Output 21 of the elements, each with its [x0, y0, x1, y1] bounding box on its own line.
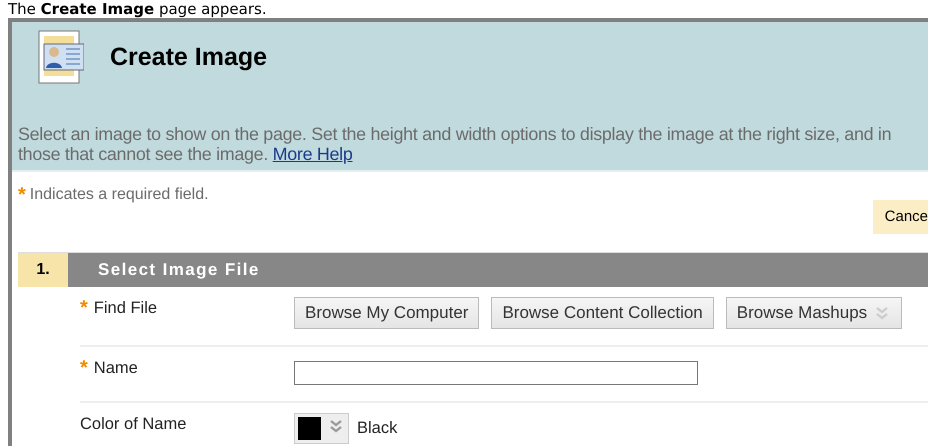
image-card-icon — [38, 30, 84, 84]
field-label: Color of Name — [80, 415, 186, 434]
required-icon: * — [80, 359, 88, 377]
field-label: Find File — [94, 299, 158, 318]
browse-button[interactable]: Browse My Computer — [294, 297, 480, 329]
required-icon: * — [18, 186, 26, 204]
description-text: Select an image to show on the page. Set the height and width options to display the image at the right size, and in those that cannot see the image. More Help — [18, 124, 892, 164]
more-help-link[interactable]: More Help — [272, 144, 352, 164]
required-note: Indicates a required field. — [30, 186, 209, 204]
color-picker[interactable] — [294, 413, 349, 444]
page-title: Create Image — [110, 42, 268, 72]
field-label: Name — [94, 359, 138, 378]
name-input[interactable] — [294, 361, 698, 385]
cancel-button[interactable]: Cance — [872, 200, 928, 234]
caption-text: The Create Image page appears. — [7, 0, 268, 18]
step-number: 1. — [18, 253, 68, 287]
section-header: Select Image File — [68, 253, 928, 287]
browse-button[interactable]: Browse Content Collection — [491, 297, 714, 329]
browse-button[interactable]: Browse Mashups — [726, 297, 902, 329]
color-value: Black — [357, 419, 398, 438]
required-icon: * — [80, 299, 88, 317]
